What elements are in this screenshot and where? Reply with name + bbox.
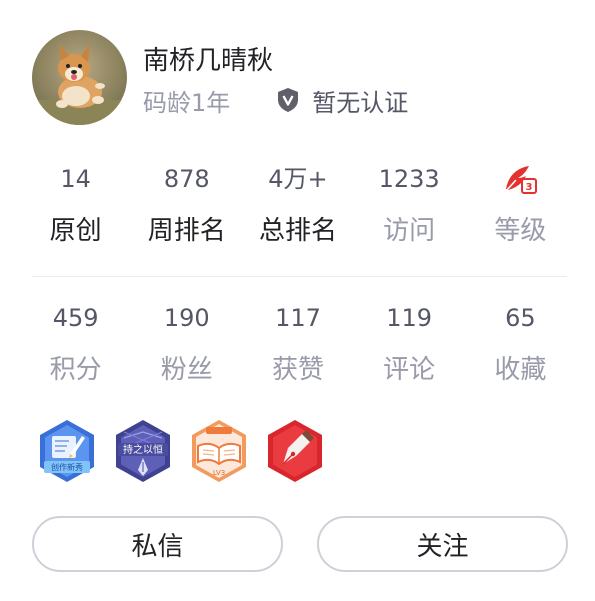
badge-text: 持之以恒 xyxy=(123,443,163,456)
user-name[interactable]: 南桥几晴秋 xyxy=(143,40,273,77)
shield-v-icon xyxy=(278,88,299,112)
svg-text:3: 3 xyxy=(526,182,533,193)
stat-likes[interactable]: 117 获赞 xyxy=(242,302,353,388)
stat-value: 459 xyxy=(52,304,99,332)
user-meta: 码龄1年 暂无认证 xyxy=(143,83,408,117)
profile-header: 南桥几晴秋 码龄1年 暂无认证 xyxy=(32,30,572,130)
creation-newcomer-badge-icon[interactable]: 创作新秀 xyxy=(36,418,98,484)
stat-value: 1233 xyxy=(378,165,440,193)
stat-value: 878 xyxy=(163,165,210,193)
stat-level[interactable]: 3 等级 xyxy=(465,163,576,249)
stat-value: 190 xyxy=(163,304,210,332)
stat-label: 评论 xyxy=(383,355,436,385)
reading-badge-icon[interactable]: LV3 xyxy=(188,418,250,484)
stat-fans[interactable]: 190 粉丝 xyxy=(131,302,242,388)
pen-badge-icon[interactable] xyxy=(264,418,326,484)
stat-label: 粉丝 xyxy=(160,355,213,385)
stat-label: 周排名 xyxy=(147,216,226,246)
level-quill-icon: 3 xyxy=(502,163,538,195)
stat-value: 65 xyxy=(505,304,536,332)
stat-label: 访问 xyxy=(383,216,436,246)
stat-label: 等级 xyxy=(494,216,547,246)
avatar[interactable] xyxy=(32,30,127,125)
stat-points[interactable]: 459 积分 xyxy=(20,302,131,388)
stat-favorites[interactable]: 65 收藏 xyxy=(465,302,576,388)
corgi-dog-avatar xyxy=(32,30,127,125)
stat-original[interactable]: 14 原创 xyxy=(20,163,131,249)
stats-row-2: 459 积分 190 粉丝 117 获赞 119 评论 65 收藏 xyxy=(20,302,576,388)
stats-row-1: 14 原创 878 周排名 4万+ 总排名 1233 访问 3 等级 xyxy=(20,163,576,249)
stat-comments[interactable]: 119 评论 xyxy=(354,302,465,388)
badge-list: 创作新秀 持之以恒 LV3 xyxy=(36,418,326,484)
code-age: 码龄1年 xyxy=(143,88,231,117)
stat-value: 14 xyxy=(60,165,91,193)
follow-button[interactable]: 关注 xyxy=(317,516,568,572)
divider xyxy=(32,276,567,277)
stat-label: 积分 xyxy=(49,355,102,385)
badge-text: 创作新秀 xyxy=(51,462,83,472)
stat-value: 117 xyxy=(275,304,321,332)
stat-label: 总排名 xyxy=(258,216,337,246)
stat-weekly-rank[interactable]: 878 周排名 xyxy=(131,163,242,249)
badge-text: LV3 xyxy=(213,469,225,477)
action-buttons: 私信 关注 xyxy=(32,516,568,572)
certification-text: 暂无认证 xyxy=(312,88,409,117)
private-message-button[interactable]: 私信 xyxy=(32,516,283,572)
stat-value: 4万+ xyxy=(268,165,328,193)
stat-value: 119 xyxy=(386,304,433,332)
stat-label: 收藏 xyxy=(494,355,547,385)
certification-status: 暂无认证 xyxy=(276,83,408,118)
stat-label: 原创 xyxy=(49,216,102,246)
stat-visits[interactable]: 1233 访问 xyxy=(354,163,465,249)
persistence-badge-icon[interactable]: 持之以恒 xyxy=(112,418,174,484)
stat-total-rank[interactable]: 4万+ 总排名 xyxy=(242,163,353,249)
stat-label: 获赞 xyxy=(271,355,324,385)
